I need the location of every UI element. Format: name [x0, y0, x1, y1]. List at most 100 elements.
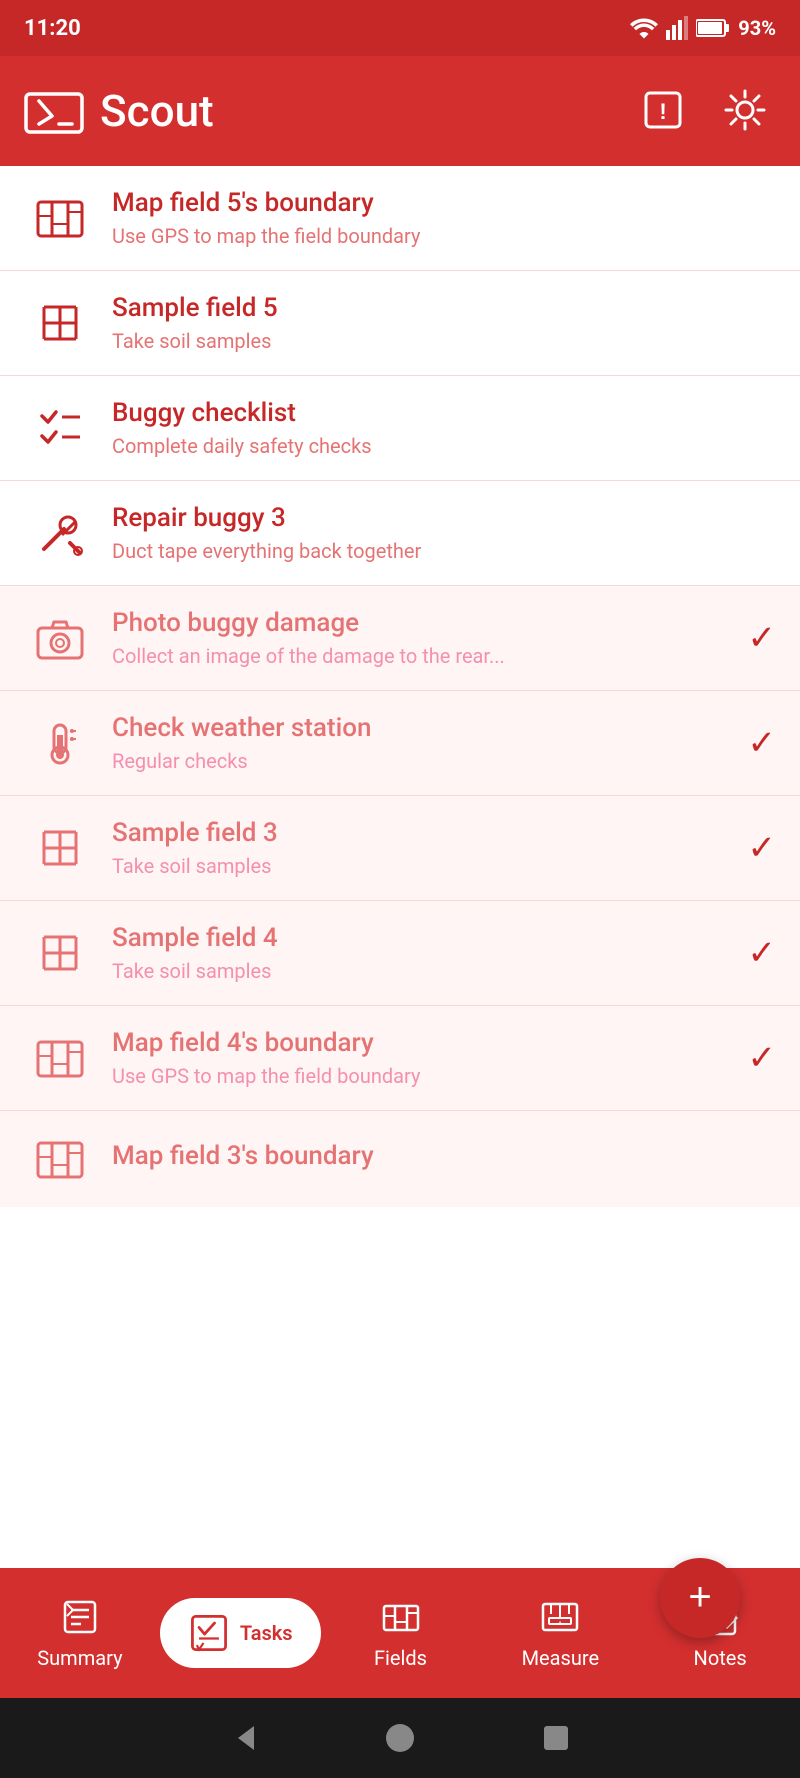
notifications-button[interactable]: !: [632, 79, 694, 144]
back-button[interactable]: [226, 1720, 262, 1756]
recents-icon: [538, 1720, 574, 1756]
home-icon: [382, 1720, 418, 1756]
map-icon: [34, 1032, 86, 1084]
add-task-button[interactable]: +: [660, 1558, 740, 1638]
task-content: Photo buggy damage Collect an image of t…: [96, 608, 736, 668]
task-content: Map field 5's boundary Use GPS to map th…: [96, 188, 776, 248]
recents-button[interactable]: [538, 1720, 574, 1756]
app-header: Scout !: [0, 56, 800, 166]
task-icon-wrench: [24, 507, 96, 559]
task-subtitle: Complete daily safety checks: [112, 434, 776, 458]
battery-text: 93%: [738, 16, 776, 40]
signal-icon: [666, 16, 688, 40]
task-icon-map2: [24, 1032, 96, 1084]
nav-active-pill: Tasks: [160, 1598, 321, 1668]
task-title: Check weather station: [112, 713, 736, 743]
task-subtitle: Use GPS to map the field boundary: [112, 224, 776, 248]
header-left: Scout: [24, 85, 214, 137]
fields-icon: [380, 1596, 422, 1638]
add-icon: +: [688, 1577, 711, 1617]
task-item-completed[interactable]: Sample field 4 Take soil samples ✓: [0, 901, 800, 1006]
task-item[interactable]: Buggy checklist Complete daily safety ch…: [0, 376, 800, 481]
task-content: Sample field 3 Take soil samples: [96, 818, 736, 878]
task-title: Map field 4's boundary: [112, 1028, 736, 1058]
map-icon: [34, 192, 86, 244]
camera-icon: [34, 612, 86, 664]
nav-label-fields: Fields: [374, 1646, 427, 1670]
task-subtitle: Take soil samples: [112, 959, 736, 983]
task-icon-grid: [24, 297, 96, 349]
task-content: Map field 4's boundary Use GPS to map th…: [96, 1028, 736, 1088]
svg-text:!: !: [659, 99, 666, 124]
settings-button[interactable]: [714, 79, 776, 144]
app-logo: [24, 86, 84, 136]
checklist-icon: [34, 402, 86, 454]
task-list: Map field 5's boundary Use GPS to map th…: [0, 166, 800, 1568]
task-item-completed[interactable]: Map field 4's boundary Use GPS to map th…: [0, 1006, 800, 1111]
status-time: 11:20: [24, 16, 81, 41]
nav-label-summary: Summary: [37, 1646, 122, 1670]
task-item[interactable]: Repair buggy 3 Duct tape everything back…: [0, 481, 800, 586]
grid-icon: [34, 297, 86, 349]
home-button[interactable]: [382, 1720, 418, 1756]
task-content: Sample field 4 Take soil samples: [96, 923, 736, 983]
task-icon-grid2: [24, 822, 96, 874]
tasks-icon: [188, 1612, 230, 1654]
nav-item-measure[interactable]: + Measure: [480, 1584, 640, 1682]
nav-item-fields[interactable]: Fields: [321, 1584, 481, 1682]
task-subtitle: Take soil samples: [112, 854, 736, 878]
task-icon-grid3: [24, 927, 96, 979]
task-title: Sample field 3: [112, 818, 736, 848]
nav-label-notes: Notes: [694, 1646, 747, 1670]
task-subtitle: Take soil samples: [112, 329, 776, 353]
thermometer-icon: [34, 717, 86, 769]
task-title: Buggy checklist: [112, 398, 776, 428]
task-item-completed[interactable]: Sample field 3 Take soil samples ✓: [0, 796, 800, 901]
task-title: Repair buggy 3: [112, 503, 776, 533]
nav-item-tasks[interactable]: Tasks: [160, 1586, 321, 1680]
task-icon-thermometer: [24, 717, 96, 769]
task-icon-map3: [24, 1133, 96, 1185]
task-content: Buggy checklist Complete daily safety ch…: [96, 398, 776, 458]
svg-text:+: +: [559, 1620, 562, 1626]
task-content: Repair buggy 3 Duct tape everything back…: [96, 503, 776, 563]
task-title: Map field 3's boundary: [112, 1141, 776, 1171]
settings-icon: [722, 87, 768, 133]
task-checkmark: ✓: [748, 618, 777, 658]
task-item-completed[interactable]: Photo buggy damage Collect an image of t…: [0, 586, 800, 691]
system-nav-bar: [0, 1698, 800, 1778]
wrench-icon: [34, 507, 86, 559]
nav-label-measure: Measure: [522, 1646, 600, 1670]
task-content: Sample field 5 Take soil samples: [96, 293, 776, 353]
task-checkmark: ✓: [748, 723, 777, 763]
nav-label-tasks: Tasks: [240, 1621, 293, 1645]
app-title: Scout: [100, 85, 214, 137]
measure-icon: +: [539, 1596, 581, 1638]
battery-icon: [696, 17, 730, 39]
notification-icon: !: [640, 87, 686, 133]
wifi-icon: [630, 16, 658, 40]
fab-container: +: [660, 1558, 740, 1638]
nav-item-summary[interactable]: Summary: [0, 1584, 160, 1682]
task-title: Sample field 4: [112, 923, 736, 953]
task-item[interactable]: Map field 5's boundary Use GPS to map th…: [0, 166, 800, 271]
task-content: Check weather station Regular checks: [96, 713, 736, 773]
grid-icon: [34, 822, 86, 874]
task-subtitle: Use GPS to map the field boundary: [112, 1064, 736, 1088]
task-title: Photo buggy damage: [112, 608, 736, 638]
header-actions: !: [632, 79, 776, 144]
task-title: Sample field 5: [112, 293, 776, 323]
status-bar: 11:20 93%: [0, 0, 800, 56]
task-item-completed[interactable]: Check weather station Regular checks ✓: [0, 691, 800, 796]
task-item-partial[interactable]: Map field 3's boundary: [0, 1111, 800, 1207]
task-item[interactable]: Sample field 5 Take soil samples: [0, 271, 800, 376]
task-icon-checklist: [24, 402, 96, 454]
status-icons: 93%: [630, 16, 776, 40]
task-checkmark: ✓: [748, 828, 777, 868]
task-subtitle: Duct tape everything back together: [112, 539, 776, 563]
task-title: Map field 5's boundary: [112, 188, 776, 218]
task-content: Map field 3's boundary: [96, 1141, 776, 1177]
task-subtitle: Collect an image of the damage to the re…: [112, 644, 736, 668]
summary-icon: [59, 1596, 101, 1638]
grid-icon: [34, 927, 86, 979]
